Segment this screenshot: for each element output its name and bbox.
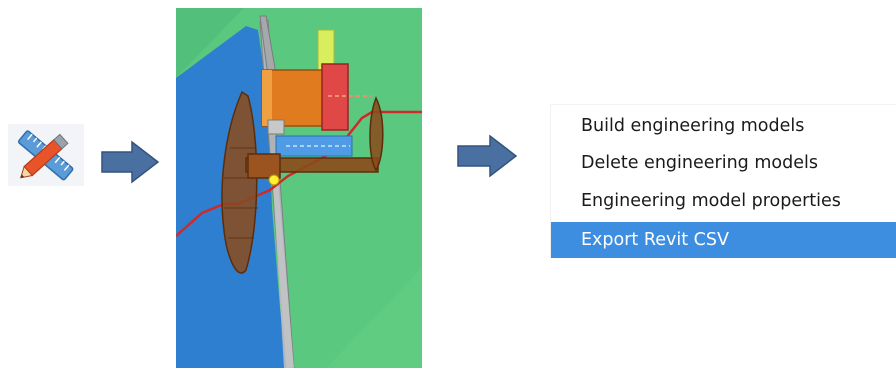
workflow-illustration: Build engineering models Delete engineer… (0, 0, 896, 368)
engineering-tool-icon[interactable] (8, 124, 84, 186)
engineering-model-view[interactable] (175, 8, 422, 368)
menu-item-delete-engineering-models[interactable]: Delete engineering models (551, 146, 896, 180)
context-menu: Build engineering models Delete engineer… (550, 104, 896, 258)
menu-item-build-engineering-models[interactable]: Build engineering models (551, 109, 896, 143)
menu-item-export-revit-csv[interactable]: Export Revit CSV (551, 222, 896, 258)
arrow-right-icon (100, 140, 160, 184)
menu-item-engineering-model-properties[interactable]: Engineering model properties (551, 184, 896, 218)
arrow-right-icon (456, 134, 518, 178)
